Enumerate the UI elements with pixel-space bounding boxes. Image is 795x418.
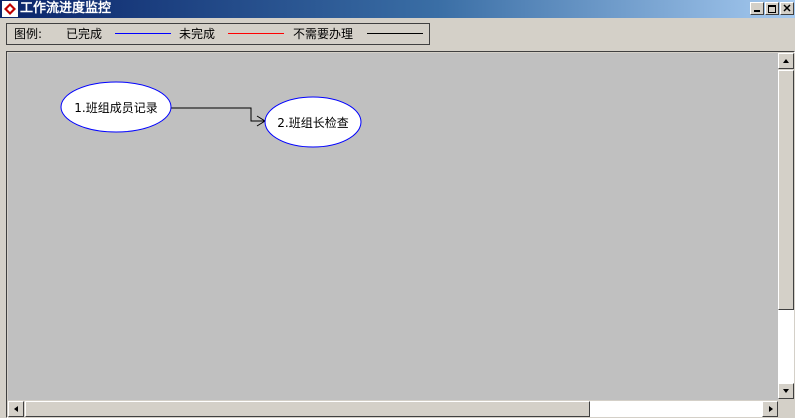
maximize-button[interactable]	[765, 2, 779, 15]
legend-not-required-label: 不需要办理	[293, 27, 354, 41]
window-title: 工作流进度监控	[20, 1, 112, 16]
scroll-right-button[interactable]	[762, 401, 778, 417]
vertical-scrollbar[interactable]	[778, 53, 795, 400]
legend-incomplete-line	[228, 33, 284, 34]
legend-not-required-line	[367, 33, 423, 34]
scroll-down-icon	[783, 389, 789, 393]
horizontal-scroll-thumb[interactable]	[25, 401, 590, 417]
scrollbar-corner	[778, 400, 795, 418]
vertical-scroll-thumb[interactable]	[778, 70, 794, 310]
title-bar[interactable]: 工作流进度监控	[0, 0, 795, 18]
scroll-right-icon	[769, 406, 773, 412]
legend-label: 图例:	[14, 27, 43, 41]
horizontal-scroll-track[interactable]	[590, 401, 762, 417]
workflow-canvas[interactable]: 1.班组成员记录 2.班组长检查	[8, 53, 778, 400]
scroll-left-button[interactable]	[8, 401, 24, 417]
scroll-up-button[interactable]	[778, 53, 794, 69]
minimize-button[interactable]	[750, 2, 764, 15]
legend-incomplete-label: 未完成	[179, 27, 216, 41]
legend-panel: 图例: 已完成 未完成 不需要办理	[6, 23, 430, 45]
app-icon	[2, 1, 18, 17]
scroll-up-icon	[783, 59, 789, 63]
close-icon	[783, 4, 791, 12]
scroll-left-icon	[14, 406, 18, 412]
close-button[interactable]	[780, 2, 794, 15]
vertical-scroll-track[interactable]	[778, 310, 794, 383]
legend-completed-line	[115, 33, 171, 34]
workflow-edge	[171, 107, 265, 122]
scroll-down-button[interactable]	[778, 383, 794, 399]
horizontal-scrollbar[interactable]	[8, 400, 778, 418]
workflow-node-2-label: 2.班组长检查	[277, 116, 349, 130]
workflow-node-1-label: 1.班组成员记录	[74, 101, 158, 115]
legend-completed-label: 已完成	[66, 27, 103, 41]
